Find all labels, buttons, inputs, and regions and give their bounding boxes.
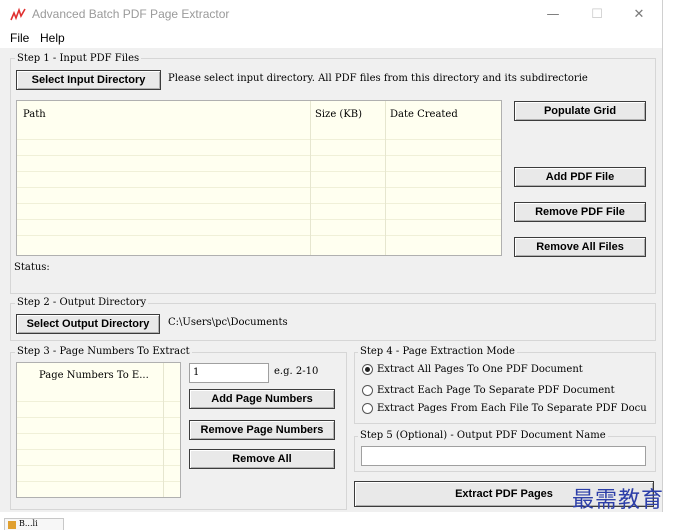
select-input-directory-button[interactable]: Select Input Directory xyxy=(16,70,161,90)
maximize-button[interactable]: ☐ xyxy=(574,2,620,28)
radio-extract-each-file-separate-label[interactable]: Extract Pages From Each File To Separate… xyxy=(377,403,653,414)
pdf-files-grid[interactable]: Path Size (KB) Date Created xyxy=(16,100,502,256)
menu-file[interactable]: File xyxy=(10,31,29,45)
add-pdf-file-button[interactable]: Add PDF File xyxy=(514,167,646,187)
remove-pdf-file-button[interactable]: Remove PDF File xyxy=(514,202,646,222)
column-header-size[interactable]: Size (KB) xyxy=(315,109,362,120)
menu-help[interactable]: Help xyxy=(40,31,65,45)
menu-bar xyxy=(0,30,662,48)
step5-label: Step 5 (Optional) - Output PDF Document … xyxy=(358,430,608,441)
status-label: Status: xyxy=(14,262,50,273)
radio-extract-each-page-separate-label[interactable]: Extract Each Page To Separate PDF Docume… xyxy=(377,385,615,396)
taskbar-button[interactable]: B...li xyxy=(4,518,64,530)
close-button[interactable]: ✕ xyxy=(616,2,662,28)
window-title: Advanced Batch PDF Page Extractor xyxy=(32,7,230,21)
taskbar-label: B...li xyxy=(19,519,38,528)
watermark-logo: 最需教育 xyxy=(572,488,665,513)
remove-page-numbers-button[interactable]: Remove Page Numbers xyxy=(189,420,335,440)
step2-label: Step 2 - Output Directory xyxy=(15,297,149,308)
taskbar-strip xyxy=(0,514,694,530)
input-directory-hint: Please select input directory. All PDF f… xyxy=(168,73,588,84)
column-header-page-numbers[interactable]: Page Numbers To E... xyxy=(39,370,149,381)
radio-extract-each-file-separate[interactable] xyxy=(362,403,373,414)
page-numbers-input-value: 1 xyxy=(193,367,200,378)
page-numbers-list[interactable]: Page Numbers To E... xyxy=(16,362,181,498)
add-page-numbers-button[interactable]: Add Page Numbers xyxy=(189,389,335,409)
page-numbers-input[interactable]: 1 xyxy=(189,363,269,383)
radio-extract-each-page-separate[interactable] xyxy=(362,385,373,396)
remove-all-files-button[interactable]: Remove All Files xyxy=(514,237,646,257)
column-header-date-created[interactable]: Date Created xyxy=(390,109,458,120)
page-numbers-example: e.g. 2-10 xyxy=(274,366,319,377)
folder-icon xyxy=(8,521,16,529)
output-document-name-input[interactable] xyxy=(361,446,646,466)
output-directory-path: C:\Users\pc\Documents xyxy=(168,317,288,328)
radio-extract-all-to-one[interactable] xyxy=(362,364,373,375)
app-logo-icon xyxy=(10,7,26,21)
step3-label: Step 3 - Page Numbers To Extract xyxy=(15,346,192,357)
radio-extract-all-to-one-label[interactable]: Extract All Pages To One PDF Document xyxy=(377,364,583,375)
step4-label: Step 4 - Page Extraction Mode xyxy=(358,346,517,357)
populate-grid-button[interactable]: Populate Grid xyxy=(514,101,646,121)
remove-all-page-numbers-button[interactable]: Remove All xyxy=(189,449,335,469)
step1-label: Step 1 - Input PDF Files xyxy=(15,53,142,64)
select-output-directory-button[interactable]: Select Output Directory xyxy=(16,314,160,334)
minimize-button[interactable]: — xyxy=(530,2,576,28)
column-header-path[interactable]: Path xyxy=(23,109,46,120)
